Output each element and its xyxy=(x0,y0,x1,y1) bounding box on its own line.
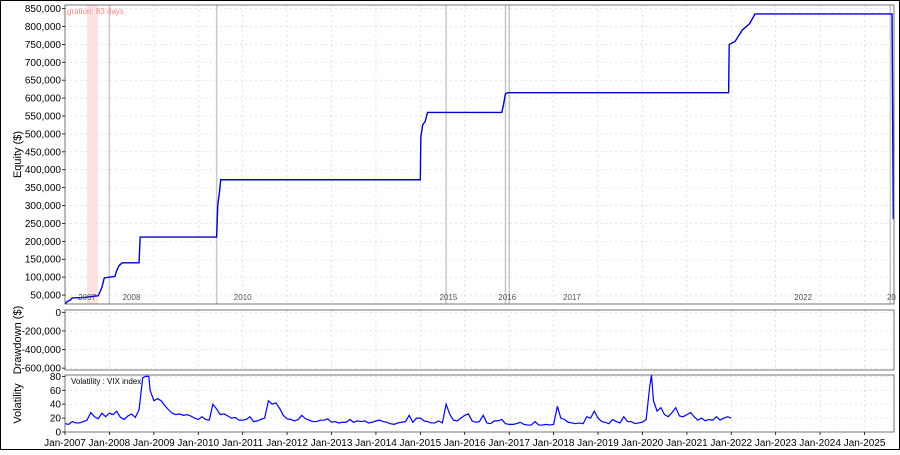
y-tick-label: 350,000 xyxy=(25,183,62,194)
y-tick-label: 400,000 xyxy=(25,165,62,176)
trade-marker-label: 2015 xyxy=(440,293,458,302)
x-tick-label: Jan-2025 xyxy=(844,438,886,449)
trade-marker-label: 2017 xyxy=(563,293,581,302)
y-tick-label: 0 xyxy=(55,308,61,319)
x-tick-label: Jan-2016 xyxy=(444,438,486,449)
x-tick-label: Jan-2012 xyxy=(266,438,308,449)
y-tick-label: 600,000 xyxy=(25,94,62,105)
x-tick-label: Jan-2022 xyxy=(710,438,752,449)
x-tick-label: Jan-2017 xyxy=(488,438,530,449)
y-tick-label: -400,000 xyxy=(22,345,62,356)
y-tick-label: 750,000 xyxy=(25,40,62,51)
x-tick-label: Jan-2009 xyxy=(133,438,175,449)
x-tick-label: Jan-2024 xyxy=(799,438,841,449)
y-tick-label: 250,000 xyxy=(25,219,62,230)
duration-annotation: gration: 83 days xyxy=(67,7,124,16)
x-tick-label: Jan-2013 xyxy=(311,438,353,449)
backtest-chart: 50,000 100,000 150,000 200,000 250,000 300,00… xyxy=(0,0,900,450)
x-tick-label: Jan-2021 xyxy=(666,438,708,449)
y-tick-label: 650,000 xyxy=(25,76,62,87)
y-tick-label: 500,000 xyxy=(25,129,62,140)
y-tick-label: 60 xyxy=(50,386,62,397)
y-tick-label: 0 xyxy=(55,428,61,439)
y-tick-label: 850,000 xyxy=(25,4,62,15)
x-tick-label: Jan-2015 xyxy=(399,438,441,449)
y-tick-label: 700,000 xyxy=(25,58,62,69)
panel-background xyxy=(65,5,894,304)
y-tick-label: 100,000 xyxy=(25,273,62,284)
y-tick-label: 200,000 xyxy=(25,237,62,248)
volatility-series-label: Volatility : VIX index xyxy=(71,377,141,386)
x-tick-label: Jan-2018 xyxy=(533,438,575,449)
y-tick-label: 300,000 xyxy=(25,201,62,212)
y-tick-label: 800,000 xyxy=(25,22,62,33)
panel-background xyxy=(65,375,894,432)
chart-canvas: 50,000 100,000 150,000 200,000 250,000 300,00… xyxy=(0,0,900,450)
trade-marker-label: 2010 xyxy=(234,293,252,302)
trade-marker-label: 2022 xyxy=(794,293,812,302)
panel-background xyxy=(65,310,894,370)
x-tick-label: Jan-2019 xyxy=(577,438,619,449)
y-tick-label: -200,000 xyxy=(22,326,62,337)
x-tick-label: Jan-2011 xyxy=(222,438,263,449)
drawdown-axis-title: Drawdown ($) xyxy=(12,306,24,374)
y-tick-label: 50,000 xyxy=(30,291,61,302)
trade-marker-label: 20 xyxy=(887,293,896,302)
volatility-axis-title: Volatility xyxy=(12,383,24,424)
x-tick-label: Jan-2020 xyxy=(622,438,664,449)
x-tick-label: Jan-2014 xyxy=(355,438,397,449)
y-tick-label: 150,000 xyxy=(25,255,62,266)
equity-axis-title: Equity ($) xyxy=(12,131,24,178)
y-tick-label: 80 xyxy=(50,372,62,383)
trade-marker-label: 2007 xyxy=(78,293,96,302)
x-tick-label: Jan-2023 xyxy=(755,438,797,449)
y-tick-label: 450,000 xyxy=(25,147,62,158)
x-tick-label: Jan-2007 xyxy=(44,438,86,449)
x-tick-label: Jan-2010 xyxy=(177,438,219,449)
trade-marker-label: 2008 xyxy=(123,293,141,302)
y-tick-label: 550,000 xyxy=(25,112,62,123)
x-tick-label: Jan-2008 xyxy=(89,438,131,449)
y-tick-label: 40 xyxy=(50,400,62,411)
trade-marker-label: 2016 xyxy=(498,293,516,302)
y-tick-label: 20 xyxy=(50,414,62,425)
